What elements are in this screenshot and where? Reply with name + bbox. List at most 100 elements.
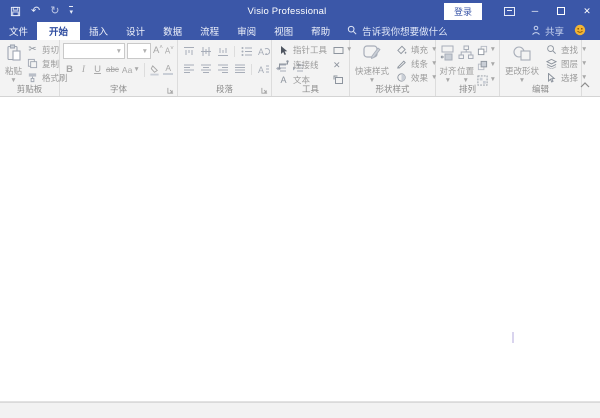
ribbon-group-arrange: 对齐 ▼ 位置 ▼ ▼ ▼ ▼ [436,40,500,96]
connector-icon [277,60,290,70]
grow-font-button[interactable]: A˄ [153,45,163,56]
title-bar-controls: 登录 ─ ✕ [444,0,600,22]
tab-view[interactable]: 视图 [265,22,302,40]
change-shape-button[interactable]: 更改形状 ▼ [503,42,541,86]
sign-in-button[interactable]: 登录 [444,3,482,20]
tab-review[interactable]: 审阅 [228,22,265,40]
position-icon [458,43,474,63]
undo-button[interactable]: ↶ [31,6,40,17]
align-left-button[interactable] [181,62,196,76]
align-top-button[interactable] [181,44,196,58]
find-label: 查找 [561,44,578,56]
ribbon-home: 粘贴 ▼ ✂ 剪切 复制 格式刷 剪贴板 [0,40,600,97]
redo-button[interactable]: ↻ [50,6,59,17]
drawing-canvas[interactable] [0,97,600,402]
strikethrough-button[interactable]: abc [105,62,120,77]
tab-process[interactable]: 流程 [191,22,228,40]
customize-qat-dropdown[interactable]: ▾ [69,6,73,16]
layers-icon [545,58,558,69]
align-bottom-button[interactable] [215,44,230,58]
connector-label: 连接线 [293,59,319,71]
line-button[interactable]: 线条 ▼ [393,57,439,70]
status-bar [0,402,600,418]
italic-button[interactable]: I [77,62,90,77]
line-label: 线条 [411,58,428,70]
maximize-button[interactable] [548,0,574,22]
copy-icon [26,58,39,69]
tab-data[interactable]: 数据 [154,22,191,40]
ribbon-group-font: ▼ ▼ A˄ A˅ B I U abc Aa▼ A 字体 [60,40,178,96]
collapse-ribbon-button[interactable] [580,75,590,93]
format-painter-icon [26,72,39,83]
send-to-back-button[interactable]: ▼ [477,58,496,72]
quick-styles-icon [362,43,382,63]
ribbon-group-paragraph: A A 段落 [178,40,272,96]
bring-to-front-button[interactable]: ▼ [477,43,496,57]
rotate-text-button[interactable]: A [256,44,271,58]
layers-button[interactable]: 图层 ▼ [543,57,589,70]
change-shape-icon [512,43,532,63]
underline-button[interactable]: U [91,62,104,77]
text-direction-button[interactable]: A [256,62,271,76]
share-label: 共享 [545,24,564,38]
group-label-font: 字体 [60,83,177,95]
ribbon-group-tools: 指针工具 连接线 A 文本 ▼ ✕ [272,40,350,96]
tab-insert[interactable]: 插入 [80,22,117,40]
pointer-tool-button[interactable]: 指针工具 [275,43,329,57]
quick-styles-label: 快速样式 [355,65,389,77]
align-center-button[interactable] [198,62,213,76]
font-dialog-launcher[interactable] [167,87,175,95]
find-button[interactable]: 查找 ▼ [543,43,589,56]
group-label-arrange: 排列 [436,83,499,95]
group-label-editing: 编辑 [500,83,581,95]
change-case-button[interactable]: Aa▼ [121,62,141,77]
smiley-icon [574,24,586,39]
group-label-tools: 工具 [272,83,349,95]
paste-button[interactable]: 粘贴 ▼ [3,42,24,86]
bullets-button[interactable] [239,44,254,58]
share-button[interactable]: 共享 [521,22,574,40]
tab-home[interactable]: 开始 [37,22,80,40]
bold-button[interactable]: B [63,62,76,77]
tab-design[interactable]: 设计 [117,22,154,40]
align-right-button[interactable] [215,62,230,76]
cut-label: 剪切 [42,44,59,56]
fill-button[interactable]: 填充 ▼ [393,43,439,56]
search-icon [347,25,357,38]
close-button[interactable]: ✕ [574,0,600,22]
tab-file[interactable]: 文件 [0,22,37,40]
font-size-combobox[interactable]: ▼ [127,43,151,59]
fill-label: 填充 [411,44,428,56]
group-label-shape-styles: 形状样式 [350,83,435,95]
shrink-font-button[interactable]: A˅ [165,46,174,56]
change-shape-label: 更改形状 [505,65,539,77]
font-name-combobox[interactable]: ▼ [63,43,125,59]
align-middle-button[interactable] [198,44,213,58]
text-highlight-button[interactable] [148,62,161,77]
position-label: 位置 [457,65,474,77]
ribbon-tab-row: 文件 开始 插入 设计 数据 流程 审阅 视图 帮助 告诉我你想要做什么 共享 [0,22,600,40]
cut-icon: ✂ [26,45,39,55]
send-to-back-icon [477,60,488,71]
save-button[interactable] [10,6,21,17]
quick-styles-button[interactable]: 快速样式 ▼ [353,42,391,86]
position-button[interactable]: 位置 ▼ [457,42,475,86]
title-bar: ↶ ↻ ▾ Visio Professional 登录 ─ ✕ [0,0,600,22]
minimize-button[interactable]: ─ [522,0,548,22]
justify-button[interactable] [232,62,247,76]
paste-label: 粘贴 [5,65,22,77]
feedback-smiley-button[interactable] [574,22,600,40]
ribbon-group-clipboard: 粘贴 ▼ ✂ 剪切 复制 格式刷 剪贴板 [0,40,60,96]
ribbon-display-options-button[interactable] [496,0,522,22]
rectangle-icon [333,46,344,55]
quick-access-toolbar: ↶ ↻ ▾ [0,6,130,17]
tab-help[interactable]: 帮助 [302,22,339,40]
visio-window: ↶ ↻ ▾ Visio Professional 登录 ─ ✕ 文件 开始 插入… [0,0,600,418]
paragraph-dialog-launcher[interactable] [261,87,269,95]
line-icon [395,58,408,69]
connector-button[interactable]: 连接线 [275,58,329,72]
align-button[interactable]: 对齐 ▼ [439,42,457,86]
copy-label: 复制 [42,58,59,70]
font-color-button[interactable]: A [162,62,175,77]
tell-me-search[interactable]: 告诉我你想要做什么 [339,22,456,40]
